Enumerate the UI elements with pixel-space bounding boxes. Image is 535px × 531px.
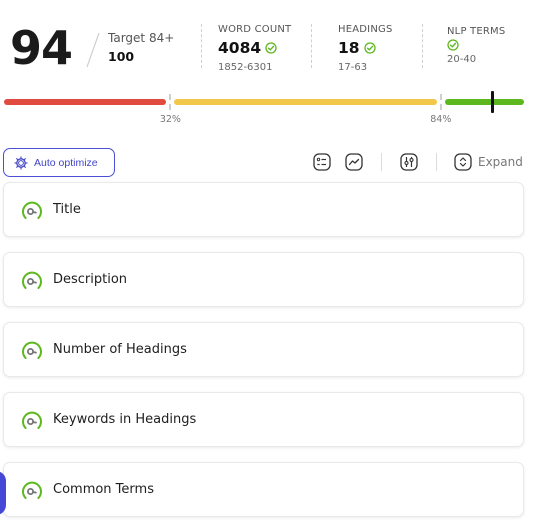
stat-range: 1852-6301 <box>218 62 273 73</box>
item-label: Number of Headings <box>53 342 187 357</box>
stat-label: NLP TERMS <box>447 26 506 37</box>
progress-segment-mid <box>174 99 437 105</box>
score-progress-bar: 32% 84% <box>4 91 524 128</box>
expand-button[interactable]: Expand <box>454 153 523 171</box>
stat-value: 18 <box>338 39 360 57</box>
threshold-tick <box>169 94 172 110</box>
chip-gear-icon <box>14 156 28 169</box>
progress-segment-high <box>444 99 524 105</box>
stat-value-row <box>447 39 505 51</box>
item-label: Common Terms <box>53 482 154 497</box>
gauge-icon <box>22 201 42 219</box>
stat-range: 17-63 <box>338 62 368 73</box>
threshold-label: 32% <box>159 114 181 125</box>
item-card-number-of-headings[interactable]: Number of Headings <box>3 322 524 377</box>
slash-divider <box>86 32 100 68</box>
stat-value: 4084 <box>218 39 262 57</box>
toolbar-divider <box>381 153 382 171</box>
stat-headings: HEADINGS 18 17-63 <box>338 23 393 75</box>
target-block: Target 84+ 100 <box>108 30 174 68</box>
item-card-description[interactable]: Description <box>3 252 524 307</box>
item-label: Keywords in Headings <box>53 412 197 427</box>
item-card-title[interactable]: Title <box>3 182 524 237</box>
filter-sliders-icon[interactable] <box>400 153 418 171</box>
check-circle-icon <box>363 42 376 54</box>
stat-range: 20-40 <box>447 54 477 65</box>
expand-chevrons-icon <box>454 153 472 171</box>
max-score: 100 <box>108 49 135 64</box>
stat-label: WORD COUNT <box>218 24 292 35</box>
check-circle-icon <box>265 42 277 54</box>
stat-word-count: WORD COUNT 4084 1852-6301 <box>218 23 291 75</box>
gauge-icon <box>22 411 42 429</box>
stat-nlp-terms: NLP TERMS 20-40 <box>447 25 505 67</box>
content-score: 94 <box>10 21 73 75</box>
trend-chart-icon[interactable] <box>345 153 363 171</box>
score-header: 94 Target 84+ 100 WORD COUNT 4084 1852-6… <box>0 0 535 90</box>
current-score-marker <box>491 91 495 113</box>
expand-label: Expand <box>478 155 523 169</box>
stat-divider <box>422 24 423 68</box>
toolbar: Auto optimize Expand <box>0 147 535 177</box>
stat-divider <box>311 24 312 68</box>
threshold-tick <box>439 94 442 110</box>
progress-segment-low <box>4 99 167 105</box>
gauge-icon <box>22 271 42 289</box>
gauge-icon <box>22 341 42 359</box>
threshold-label: 84% <box>430 114 452 125</box>
item-card-keywords-in-headings[interactable]: Keywords in Headings <box>3 392 524 447</box>
auto-optimize-button[interactable]: Auto optimize <box>3 148 115 177</box>
stat-divider <box>201 24 202 68</box>
stat-label: HEADINGS <box>338 24 393 35</box>
target-label: Target 84+ <box>108 31 175 45</box>
auto-optimize-label: Auto optimize <box>34 156 98 169</box>
gauge-icon <box>22 481 42 499</box>
side-panel-tab[interactable] <box>0 471 6 515</box>
item-label: Title <box>53 202 81 217</box>
stat-value-row: 4084 <box>218 37 291 59</box>
check-circle-icon <box>447 39 459 51</box>
toolbar-divider <box>436 153 437 171</box>
item-label: Description <box>53 272 128 287</box>
item-card-common-terms[interactable]: Common Terms <box>3 462 524 517</box>
stat-value-row: 18 <box>338 37 393 59</box>
checklist-icon[interactable] <box>313 153 331 171</box>
